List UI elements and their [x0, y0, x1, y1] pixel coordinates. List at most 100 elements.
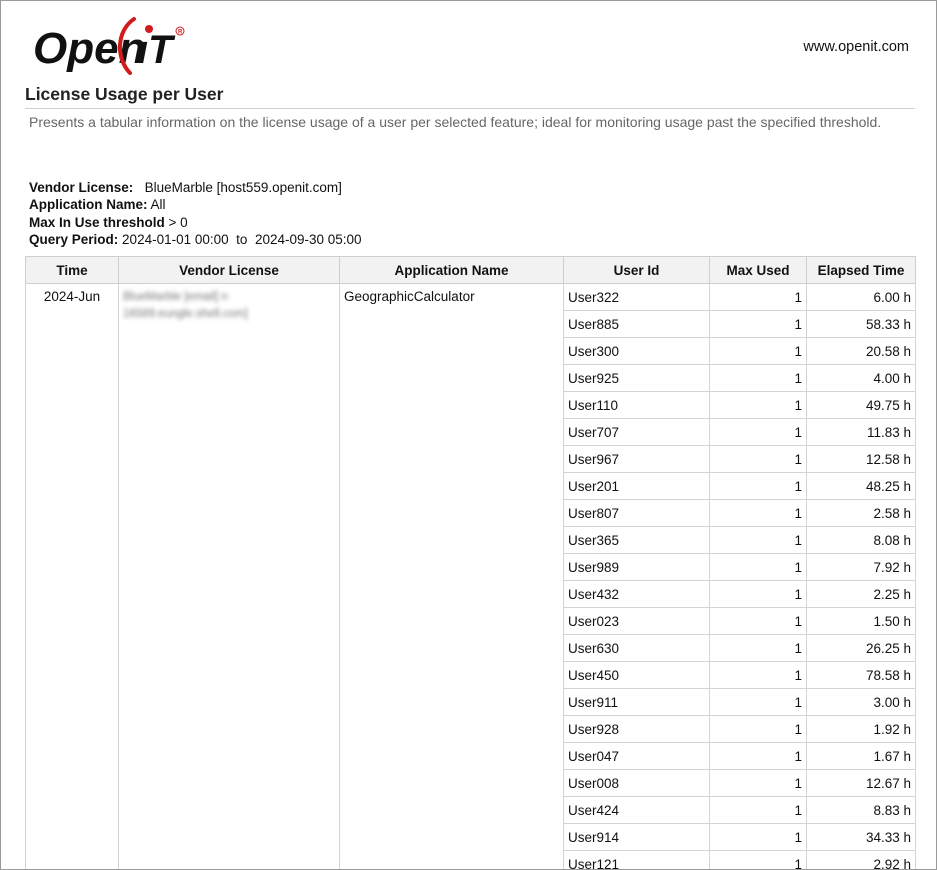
- table-body: 2024-Jun BlueMarble [email] n 16589.eungl…: [25, 283, 916, 869]
- redacted-vendor-license: BlueMarble [email] n 16589.eungle.shell.…: [123, 291, 248, 320]
- cell-time: 2024-Jun: [25, 283, 119, 869]
- cell-elapsed-time: 1.92 h: [806, 715, 916, 743]
- cell-elapsed-time: 2.92 h: [806, 850, 916, 869]
- cell-max-used: 1: [709, 418, 807, 446]
- cell-max-used: 1: [709, 715, 807, 743]
- param-value: > 0: [168, 214, 188, 230]
- cell-elapsed-time: 8.08 h: [806, 526, 916, 554]
- logo-open-text: Open: [33, 24, 145, 73]
- col-header-vendor-license: Vendor License: [118, 256, 340, 284]
- query-parameters: Vendor License: BlueMarble [host559.open…: [29, 179, 362, 248]
- col-header-time: Time: [25, 256, 119, 284]
- cell-elapsed-time: 4.00 h: [806, 364, 916, 392]
- period-to: 2024-09-30 05:00: [254, 231, 362, 247]
- cell-user-id: User989: [563, 553, 710, 581]
- cell-application-name: GeographicCalculator: [339, 283, 564, 869]
- cell-max-used: 1: [709, 823, 807, 851]
- cell-vendor-license: BlueMarble [email] n 16589.eungle.shell.…: [118, 283, 340, 869]
- cell-elapsed-time: 1.67 h: [806, 742, 916, 770]
- cell-user-id: User707: [563, 418, 710, 446]
- cell-elapsed-time: 26.25 h: [806, 634, 916, 662]
- cell-elapsed-time: 34.33 h: [806, 823, 916, 851]
- cell-max-used: 1: [709, 310, 807, 338]
- cell-user-id: User365: [563, 526, 710, 554]
- cell-user-id: User201: [563, 472, 710, 500]
- cell-user-id: User914: [563, 823, 710, 851]
- param-label: Query Period:: [29, 231, 119, 247]
- table-row: 2024-Jun BlueMarble [email] n 16589.eungl…: [25, 283, 916, 869]
- col-header-max-used: Max Used: [709, 256, 807, 284]
- cell-user-id: User925: [563, 364, 710, 392]
- col-header-user-id: User Id: [563, 256, 710, 284]
- col-header-application-name: Application Name: [339, 256, 564, 284]
- cell-max-used: 1: [709, 742, 807, 770]
- cell-user-id: User432: [563, 580, 710, 608]
- cell-user-id: User300: [563, 337, 710, 365]
- cell-max-used: 1: [709, 769, 807, 797]
- cell-elapsed-time: 1.50 h: [806, 607, 916, 635]
- cell-max-used: 1: [709, 796, 807, 824]
- cell-user-id: User967: [563, 445, 710, 473]
- col-header-elapsed-time: Elapsed Time: [806, 256, 916, 284]
- cell-user-id: User928: [563, 715, 710, 743]
- param-value: All: [150, 197, 166, 213]
- cell-user-id: User047: [563, 742, 710, 770]
- report-description: Presents a tabular information on the li…: [29, 114, 882, 130]
- cell-user-id: User807: [563, 499, 710, 527]
- cell-user-id: User911: [563, 688, 710, 716]
- cell-elapsed-time: 8.83 h: [806, 796, 916, 824]
- cell-max-used: 1: [709, 445, 807, 473]
- cell-elapsed-time: 49.75 h: [806, 391, 916, 419]
- cell-user-id: User450: [563, 661, 710, 689]
- cell-user-id: User885: [563, 310, 710, 338]
- cell-elapsed-time: 48.25 h: [806, 472, 916, 500]
- cell-elapsed-time: 58.33 h: [806, 310, 916, 338]
- param-value: BlueMarble [host559.openit.com]: [144, 180, 342, 195]
- period-from: 2024-01-01 00:00: [122, 231, 229, 247]
- cell-max-used: 1: [709, 283, 807, 311]
- cell-elapsed-time: 78.58 h: [806, 661, 916, 689]
- report-title: License Usage per User: [25, 84, 224, 104]
- period-to-word: to: [236, 231, 248, 247]
- cell-max-used: 1: [709, 337, 807, 365]
- openit-logo: Open ıT R: [32, 15, 192, 75]
- cell-user-id: User322: [563, 283, 710, 311]
- cell-user-id: User008: [563, 769, 710, 797]
- cell-elapsed-time: 6.00 h: [806, 283, 916, 311]
- param-label: Max In Use threshold: [29, 214, 165, 230]
- registered-mark-letter: R: [178, 30, 183, 36]
- cell-max-used: 1: [709, 499, 807, 527]
- cell-max-used: 1: [709, 607, 807, 635]
- param-vendor-license: Vendor License: BlueMarble [host559.open…: [29, 179, 362, 196]
- cell-user-id: User023: [563, 607, 710, 635]
- param-application-name: Application Name: All: [29, 196, 362, 213]
- title-divider: [25, 108, 915, 109]
- cell-elapsed-time: 20.58 h: [806, 337, 916, 365]
- cell-elapsed-time: 12.67 h: [806, 769, 916, 797]
- param-query-period: Query Period: 2024-01-01 00:00 to 2024-0…: [29, 231, 362, 248]
- cell-user-id: User424: [563, 796, 710, 824]
- cell-max-used: 1: [709, 688, 807, 716]
- cell-user-id: User110: [563, 391, 710, 419]
- cell-max-used: 1: [709, 526, 807, 554]
- cell-max-used: 1: [709, 661, 807, 689]
- cell-max-used: 1: [709, 634, 807, 662]
- cell-elapsed-time: 7.92 h: [806, 553, 916, 581]
- website-url[interactable]: www.openit.com: [803, 39, 909, 55]
- logo-it-text: ıT: [137, 28, 176, 72]
- cell-max-used: 1: [709, 580, 807, 608]
- cell-user-id: User630: [563, 634, 710, 662]
- param-label: Vendor License:: [29, 180, 134, 195]
- cell-max-used: 1: [709, 472, 807, 500]
- cell-elapsed-time: 2.25 h: [806, 580, 916, 608]
- param-label: Application Name:: [29, 197, 148, 213]
- cell-max-used: 1: [709, 850, 807, 869]
- cell-elapsed-time: 2.58 h: [806, 499, 916, 527]
- cell-elapsed-time: 12.58 h: [806, 445, 916, 473]
- cell-user-id: User121: [563, 850, 710, 869]
- cell-elapsed-time: 3.00 h: [806, 688, 916, 716]
- report-page: Open ıT R www.openit.com License Usage p…: [0, 0, 937, 870]
- cell-max-used: 1: [709, 364, 807, 392]
- table-header-row: Time Vendor License Application Name Use…: [25, 256, 916, 284]
- cell-max-used: 1: [709, 391, 807, 419]
